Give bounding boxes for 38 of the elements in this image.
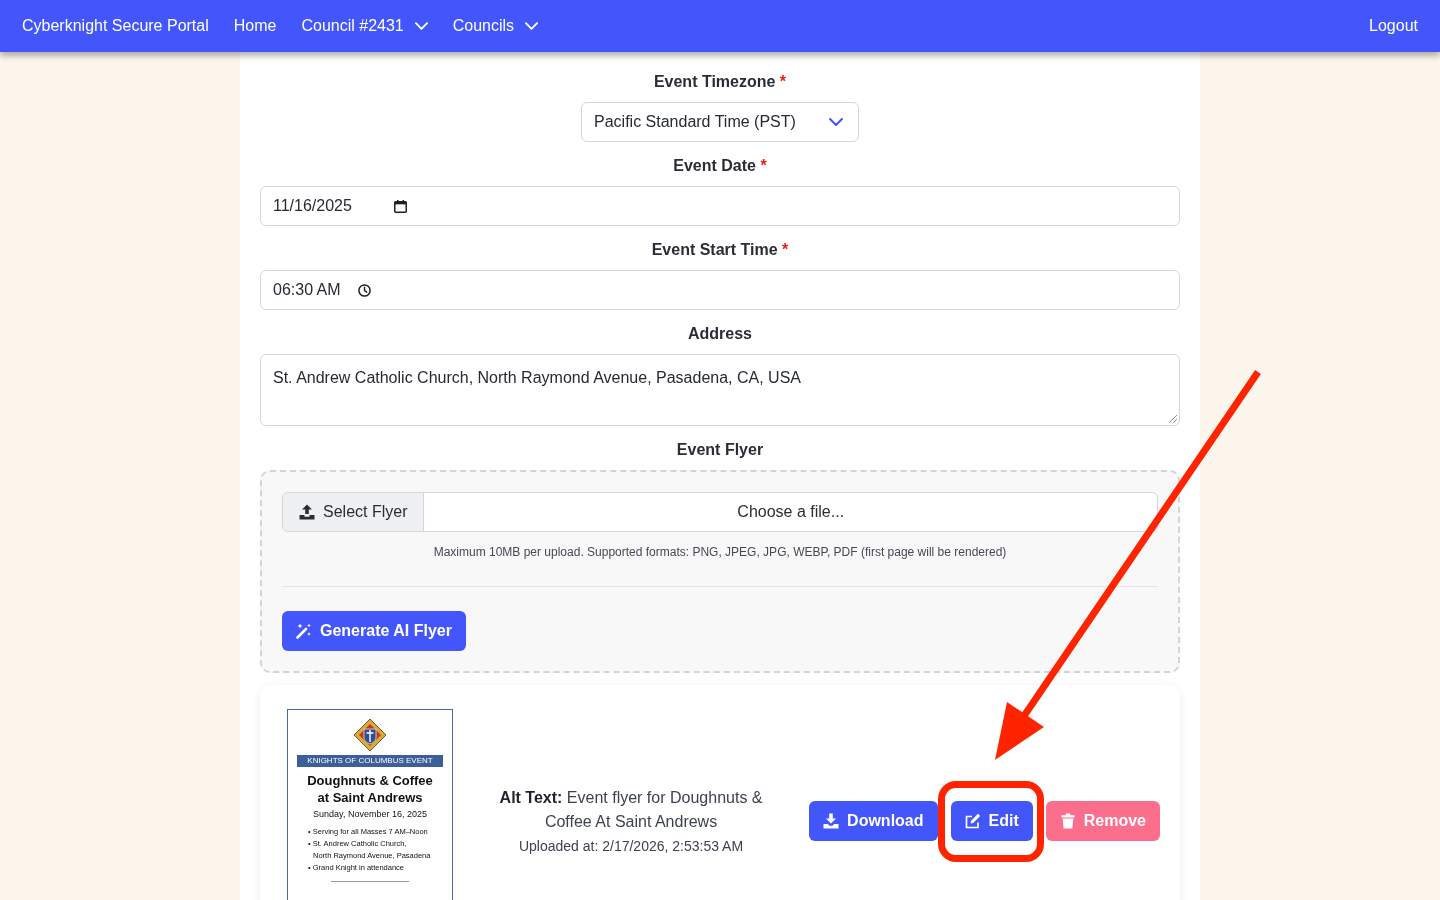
brand-link[interactable]: Cyberknight Secure Portal <box>22 17 209 35</box>
trash-icon <box>1059 813 1076 829</box>
field-label: Event Timezone * <box>653 73 787 90</box>
help-text: Maximum 10MB per upload. Supported formats: PNG, JPEG, JPG, WEBP, PDF (first page will be rendered) <box>432 544 1008 560</box>
upload-timestamp: Uploaded at: 2/17/2026, 2:53:53 AM <box>518 837 744 856</box>
download-icon <box>823 813 840 829</box>
resize-grip-icon[interactable] <box>1168 414 1177 423</box>
select-flyer-button[interactable]: Select Flyer <box>282 492 425 532</box>
nav-dropdown[interactable]: Council #2431 <box>301 17 428 35</box>
edit-icon <box>964 813 981 829</box>
remove-button[interactable]: Remove <box>1045 801 1160 841</box>
address-textarea[interactable]: St. Andrew Catholic Church, North Raymond Avenue, Pasadena, CA, USA <box>260 354 1180 426</box>
upload-icon <box>299 504 315 520</box>
chevron-down-icon <box>525 22 539 30</box>
flyer-title: Doughnuts & Coffee at Saint Andrews <box>307 772 433 806</box>
flyer-date: Sunday, November 16, 2025 <box>313 808 427 820</box>
clock-icon[interactable] <box>357 283 371 297</box>
nav-dropdown[interactable]: Councils <box>452 17 539 35</box>
nav-link[interactable]: Home <box>233 17 277 35</box>
field-label: Event Start Time * <box>651 241 789 258</box>
field-label: Event Date * <box>673 157 767 174</box>
logout-link[interactable]: Logout <box>1369 17 1418 35</box>
timezone-select[interactable]: Pacific Standard Time (PST) <box>581 102 859 142</box>
field-label: Address <box>688 325 752 342</box>
file-input-field[interactable]: Choose a file... <box>424 492 1158 532</box>
alt-text: Alt Text: Event flyer for Doughnuts & Coffee At Saint Andrews <box>498 788 764 832</box>
date-input[interactable]: 11/16/2025 <box>260 186 1180 226</box>
field-label: Event Flyer <box>676 441 764 458</box>
generate-ai-flyer-button[interactable]: Generate AI Flyer <box>282 611 466 651</box>
magic-wand-icon <box>296 623 312 639</box>
flyer-banner: KNIGHTS OF COLUMBUS EVENT <box>297 755 443 767</box>
download-button[interactable]: Download <box>809 801 938 841</box>
edit-button[interactable]: Edit <box>950 801 1033 841</box>
chevron-down-icon <box>829 118 843 126</box>
emblem-icon <box>353 718 387 752</box>
time-input[interactable]: 06:30 AM <box>260 270 1180 310</box>
chevron-down-icon <box>414 22 428 30</box>
calendar-icon[interactable] <box>393 199 407 213</box>
